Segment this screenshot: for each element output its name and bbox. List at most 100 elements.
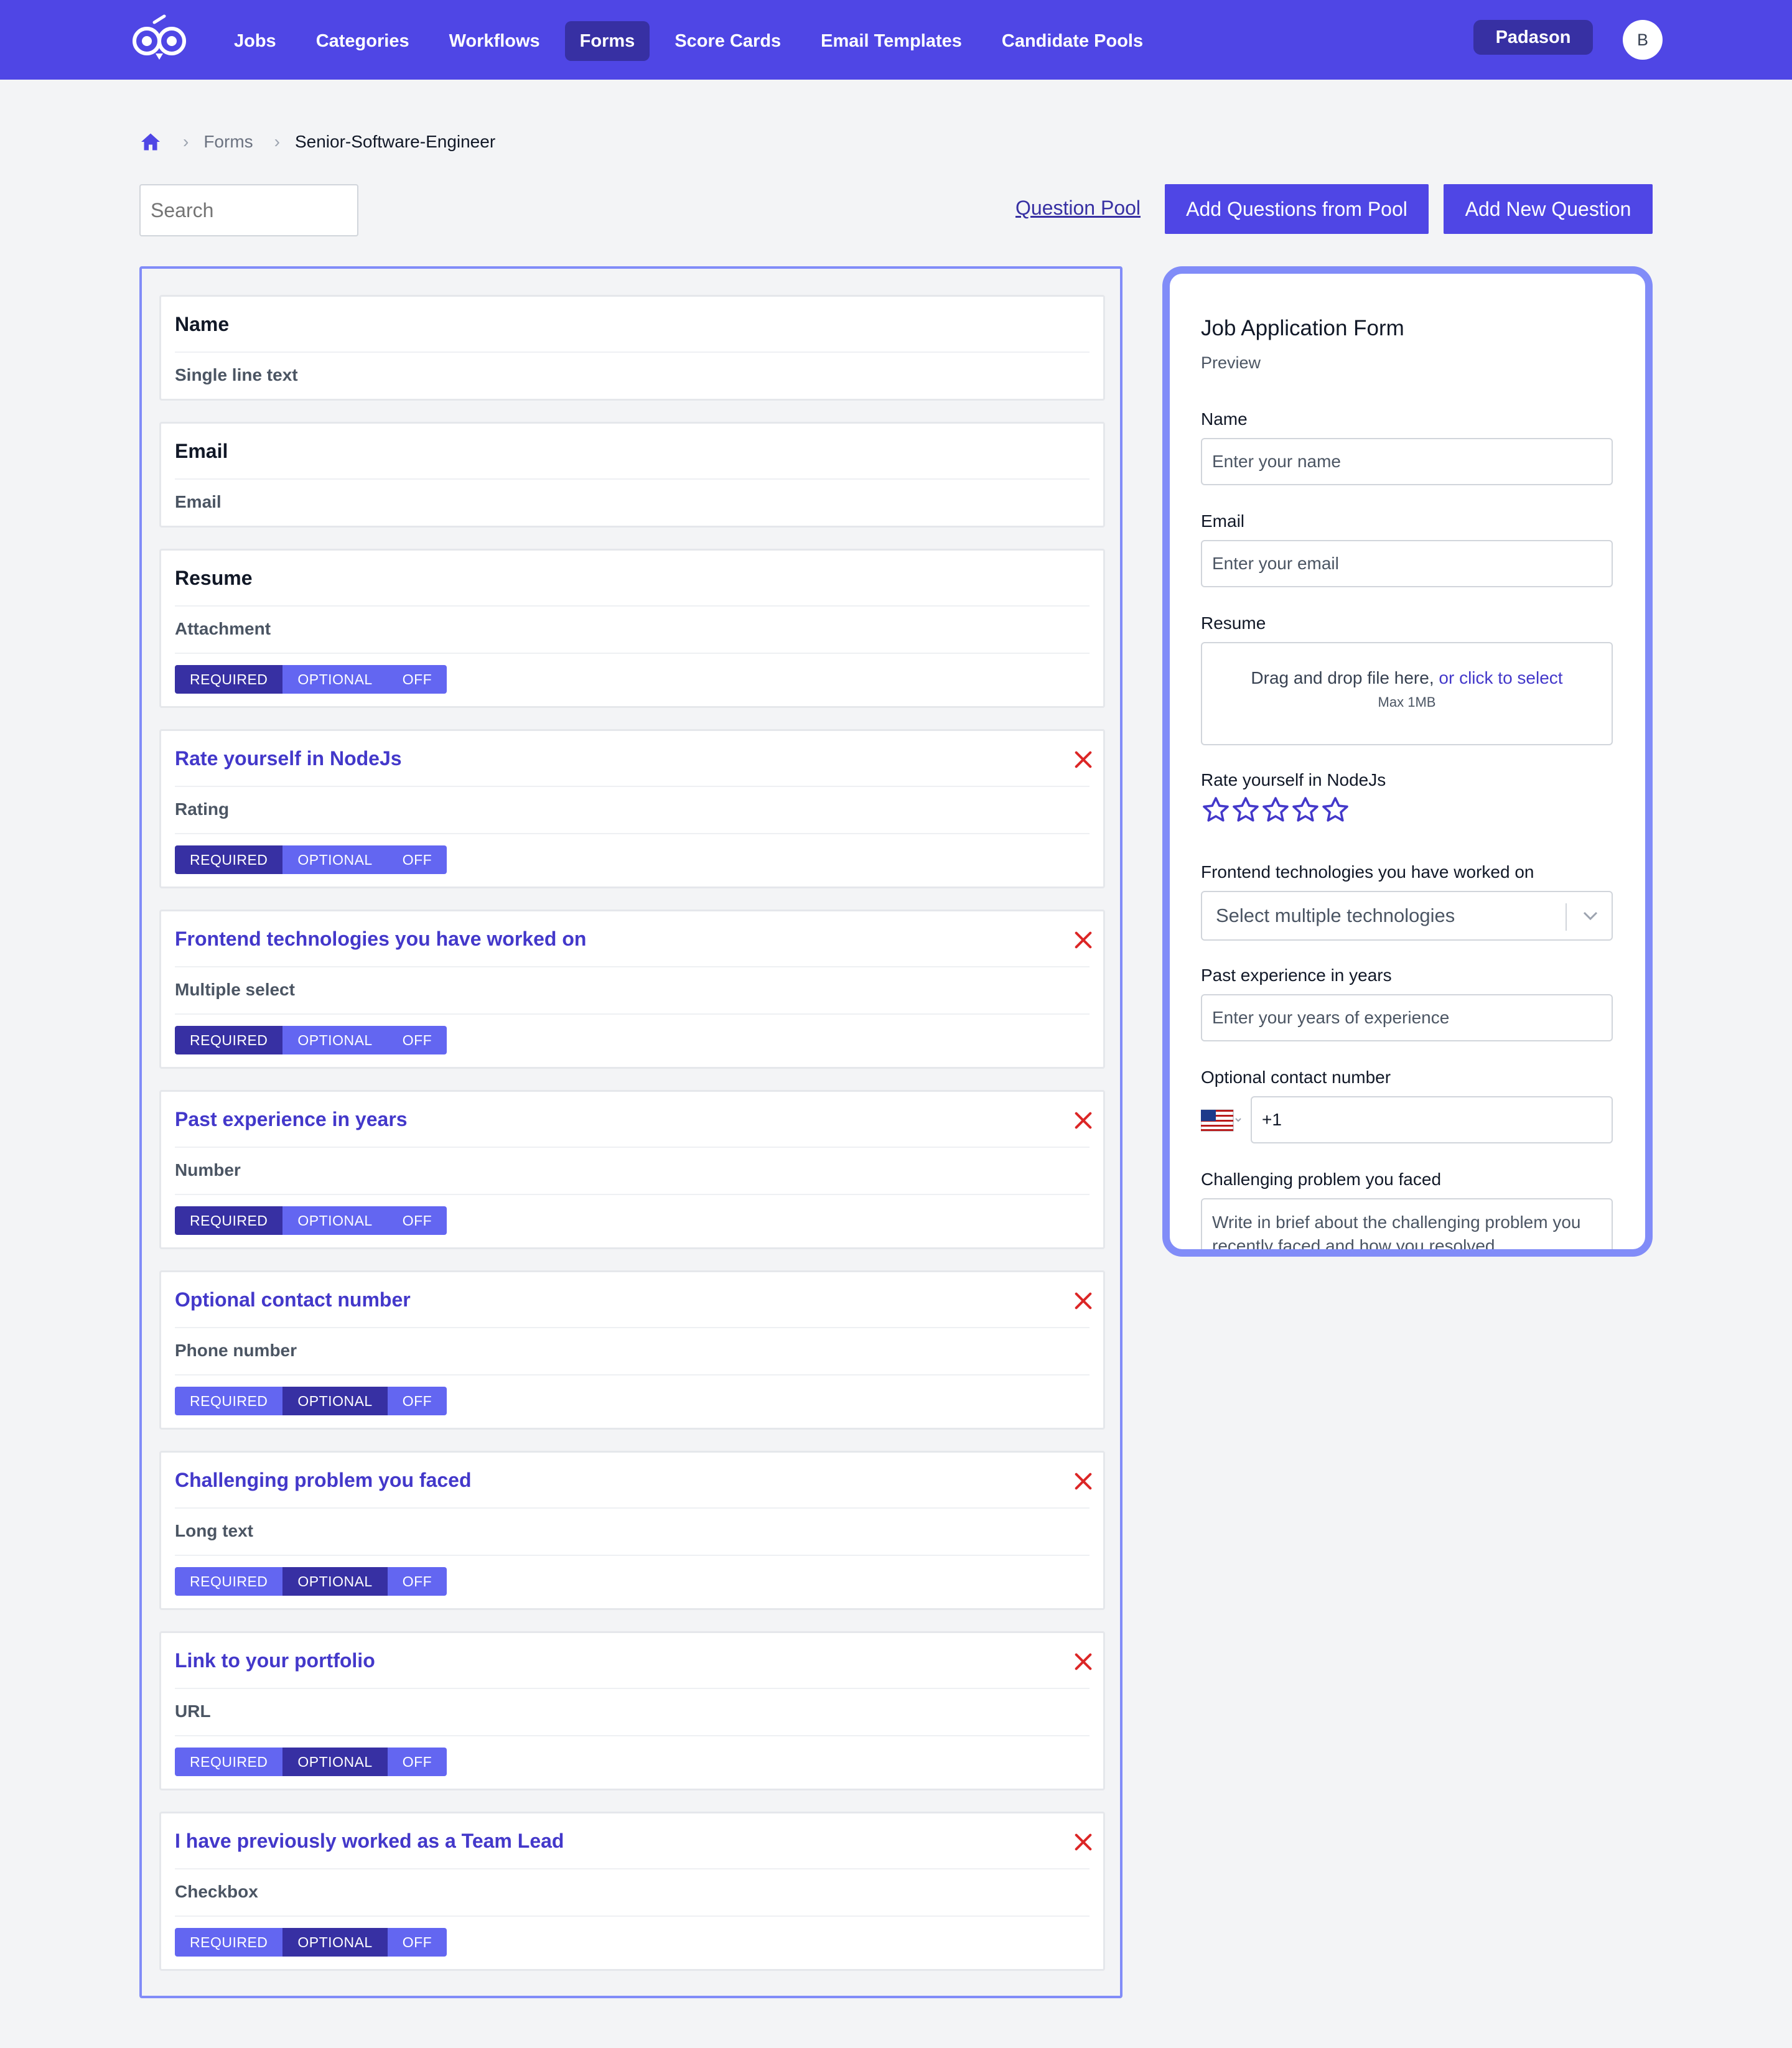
requirement-toggle: REQUIRED OPTIONAL OFF [175, 845, 447, 874]
star-icon[interactable] [1320, 795, 1350, 825]
question-card-name[interactable]: Name Single line text [159, 295, 1105, 401]
nav-link-forms[interactable]: Forms [564, 21, 650, 61]
question-title: Optional contact number [175, 1288, 411, 1311]
preview-title: Job Application Form [1201, 316, 1404, 340]
close-icon[interactable] [1072, 929, 1094, 951]
off-option[interactable]: OFF [387, 1387, 447, 1415]
required-option[interactable]: REQUIRED [175, 845, 283, 874]
optional-option[interactable]: OPTIONAL [282, 845, 388, 874]
requirement-toggle: REQUIRED OPTIONAL OFF [175, 1928, 447, 1957]
add-new-question-button[interactable]: Add New Question [1444, 184, 1653, 234]
required-option[interactable]: REQUIRED [175, 1928, 283, 1957]
nav-link-workflows[interactable]: Workflows [434, 21, 555, 61]
question-type: Multiple select [175, 980, 295, 999]
off-option[interactable]: OFF [387, 1206, 447, 1235]
requirement-toggle: REQUIRED OPTIONAL OFF [175, 1387, 447, 1415]
requirement-toggle: REQUIRED OPTIONAL OFF [175, 1206, 447, 1235]
off-option[interactable]: OFF [387, 1026, 447, 1054]
close-icon[interactable] [1072, 1470, 1094, 1492]
off-option[interactable]: OFF [387, 845, 447, 874]
optional-option[interactable]: OPTIONAL [282, 1567, 388, 1596]
question-card-team-lead[interactable]: I have previously worked as a Team Lead … [159, 1812, 1105, 1971]
question-type: URL [175, 1701, 211, 1721]
required-option[interactable]: REQUIRED [175, 665, 283, 694]
nav-link-email-templates[interactable]: Email Templates [806, 21, 977, 61]
tech-label: Frontend technologies you have worked on [1201, 862, 1534, 882]
question-list: Name Single line text Email Email Resume… [139, 266, 1122, 1998]
question-title: Rate yourself in NodeJs [175, 747, 402, 770]
question-title: Link to your portfolio [175, 1649, 375, 1672]
star-icon[interactable] [1261, 795, 1290, 825]
name-field[interactable]: Enter your name [1201, 438, 1613, 485]
home-icon[interactable] [139, 131, 162, 153]
off-option[interactable]: OFF [387, 1567, 447, 1596]
question-pool-link[interactable]: Question Pool [1015, 197, 1141, 220]
question-title: Frontend technologies you have worked on [175, 928, 587, 950]
search-input[interactable] [139, 184, 358, 236]
optional-option[interactable]: OPTIONAL [282, 665, 388, 694]
question-title: Resume [175, 567, 253, 589]
optional-option[interactable]: OPTIONAL [282, 1748, 388, 1776]
question-type: Email [175, 492, 222, 511]
phone-field[interactable]: +1 [1251, 1096, 1613, 1143]
question-card-experience[interactable]: Past experience in years Number REQUIRED… [159, 1090, 1105, 1249]
click-to-select-link[interactable]: or click to select [1439, 668, 1562, 687]
close-icon[interactable] [1072, 748, 1094, 771]
phone-label: Optional contact number [1201, 1068, 1391, 1087]
off-option[interactable]: OFF [387, 665, 447, 694]
nav-link-candidate-pools[interactable]: Candidate Pools [987, 21, 1158, 61]
close-icon[interactable] [1072, 1290, 1094, 1312]
close-icon[interactable] [1072, 1831, 1094, 1853]
form-preview: Job Application Form Preview Name Enter … [1162, 266, 1653, 1257]
chevron-right-icon: › [183, 132, 189, 151]
chevron-down-icon[interactable] [1582, 910, 1599, 922]
technologies-select[interactable]: Select multiple technologies [1201, 891, 1613, 941]
resume-dropzone[interactable]: Drag and drop file here, or click to sel… [1201, 642, 1613, 745]
breadcrumb: › Forms › Senior-Software-Engineer [139, 128, 495, 156]
required-option[interactable]: REQUIRED [175, 1567, 283, 1596]
experience-field[interactable]: Enter your years of experience [1201, 994, 1613, 1041]
user-avatar[interactable]: B [1623, 20, 1663, 60]
optional-option[interactable]: OPTIONAL [282, 1387, 388, 1415]
question-card-frontend-tech[interactable]: Frontend technologies you have worked on… [159, 910, 1105, 1069]
requirement-toggle: REQUIRED OPTIONAL OFF [175, 665, 447, 694]
nav-link-categories[interactable]: Categories [301, 21, 424, 61]
name-label: Name [1201, 409, 1248, 429]
optional-option[interactable]: OPTIONAL [282, 1928, 388, 1957]
nav-link-score-cards[interactable]: Score Cards [660, 21, 796, 61]
organization-button[interactable]: Padason [1473, 20, 1593, 55]
required-option[interactable]: REQUIRED [175, 1026, 283, 1054]
problem-textarea[interactable]: Write in brief about the challenging pro… [1201, 1198, 1613, 1249]
requirement-toggle: REQUIRED OPTIONAL OFF [175, 1748, 447, 1776]
requirement-toggle: REQUIRED OPTIONAL OFF [175, 1026, 447, 1054]
question-type: Single line text [175, 365, 298, 384]
question-card-contact[interactable]: Optional contact number Phone number REQ… [159, 1270, 1105, 1430]
question-card-rating[interactable]: Rate yourself in NodeJs Rating REQUIRED … [159, 729, 1105, 888]
breadcrumb-forms[interactable]: Forms [203, 132, 253, 152]
required-option[interactable]: REQUIRED [175, 1206, 283, 1235]
question-title: Name [175, 313, 230, 335]
off-option[interactable]: OFF [387, 1748, 447, 1776]
question-card-resume[interactable]: Resume Attachment REQUIRED OPTIONAL OFF [159, 549, 1105, 708]
required-option[interactable]: REQUIRED [175, 1748, 283, 1776]
nav-link-jobs[interactable]: Jobs [219, 21, 291, 61]
close-icon[interactable] [1072, 1650, 1094, 1673]
question-card-email[interactable]: Email Email [159, 422, 1105, 528]
add-questions-from-pool-button[interactable]: Add Questions from Pool [1165, 184, 1429, 234]
us-flag-icon[interactable] [1201, 1096, 1242, 1143]
question-card-challenging-problem[interactable]: Challenging problem you faced Long text … [159, 1451, 1105, 1610]
email-field[interactable]: Enter your email [1201, 540, 1613, 587]
breadcrumb-current: Senior-Software-Engineer [294, 132, 496, 151]
required-option[interactable]: REQUIRED [175, 1387, 283, 1415]
optional-option[interactable]: OPTIONAL [282, 1026, 388, 1054]
question-card-portfolio[interactable]: Link to your portfolio URL REQUIRED OPTI… [159, 1631, 1105, 1790]
question-type: Long text [175, 1521, 253, 1540]
star-icon[interactable] [1201, 795, 1231, 825]
question-title: Email [175, 440, 228, 462]
star-icon[interactable] [1290, 795, 1320, 825]
owl-logo-icon[interactable] [129, 14, 189, 63]
star-icon[interactable] [1231, 795, 1261, 825]
off-option[interactable]: OFF [387, 1928, 447, 1957]
optional-option[interactable]: OPTIONAL [282, 1206, 388, 1235]
close-icon[interactable] [1072, 1109, 1094, 1132]
